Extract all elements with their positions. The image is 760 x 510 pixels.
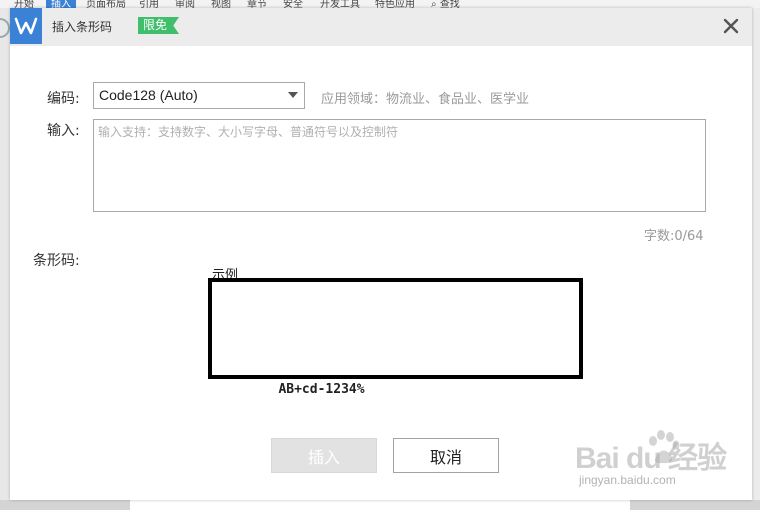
search-icon: ⌕ (431, 0, 437, 8)
ribbon-tab-find[interactable]: ⌕ 查找 (431, 0, 460, 8)
ribbon-tab-developer[interactable]: 开发工具 (320, 0, 360, 8)
close-icon (723, 18, 739, 34)
dialog-title: 插入条形码 (52, 20, 113, 34)
ribbon-tab-special[interactable]: 特色应用 (375, 0, 415, 8)
ribbon-tab-references[interactable]: 引用 (139, 0, 159, 8)
ribbon-tab-chapter[interactable]: 章节 (247, 0, 267, 8)
paw-icon (649, 430, 680, 464)
encoding-select[interactable]: Code128 (Auto) (93, 82, 305, 109)
barcode-text: AB+cd-1234% (278, 382, 365, 397)
barcode-preview (208, 278, 583, 379)
ribbon-tab-home[interactable]: 开始 (14, 0, 34, 8)
close-button[interactable] (722, 17, 740, 35)
free-badge: 限免 (138, 17, 180, 34)
baidu-watermark: Bai du 经验 jingyan.baidu.com (575, 427, 755, 497)
document-page (130, 500, 630, 510)
left-edge (0, 8, 10, 510)
barcode-input[interactable] (93, 119, 706, 212)
encoding-label: 编码: (47, 91, 80, 107)
wps-logo-icon (10, 8, 42, 44)
insert-button[interactable]: 插入 (271, 438, 377, 473)
encoding-hint: 应用领域：物流业、食品业、医学业 (321, 92, 530, 107)
cancel-button[interactable]: 取消 (393, 438, 499, 473)
dialog-titlebar: 插入条形码 限免 (10, 8, 752, 46)
ribbon-tab-view[interactable]: 视图 (211, 0, 231, 8)
ribbon-tab-layout[interactable]: 页面布局 (86, 0, 126, 8)
char-count: 字数:0/64 (644, 229, 704, 244)
ribbon-tab-insert[interactable]: 插入 (46, 0, 76, 8)
watermark-sub: jingyan.baidu.com (579, 473, 676, 487)
chevron-down-icon (288, 92, 298, 98)
encoding-select-value: Code128 (Auto) (99, 87, 198, 103)
ribbon-bar: 开始 插入 页面布局 引用 审阅 视图 章节 安全 开发工具 特色应用 ⌕ 查找 (0, 0, 760, 8)
input-label: 输入: (47, 123, 80, 139)
ribbon-tab-review[interactable]: 审阅 (175, 0, 195, 8)
barcode-label: 条形码: (33, 253, 80, 269)
ribbon-tab-find-label: 查找 (439, 0, 460, 8)
ribbon-tab-security[interactable]: 安全 (283, 0, 303, 8)
